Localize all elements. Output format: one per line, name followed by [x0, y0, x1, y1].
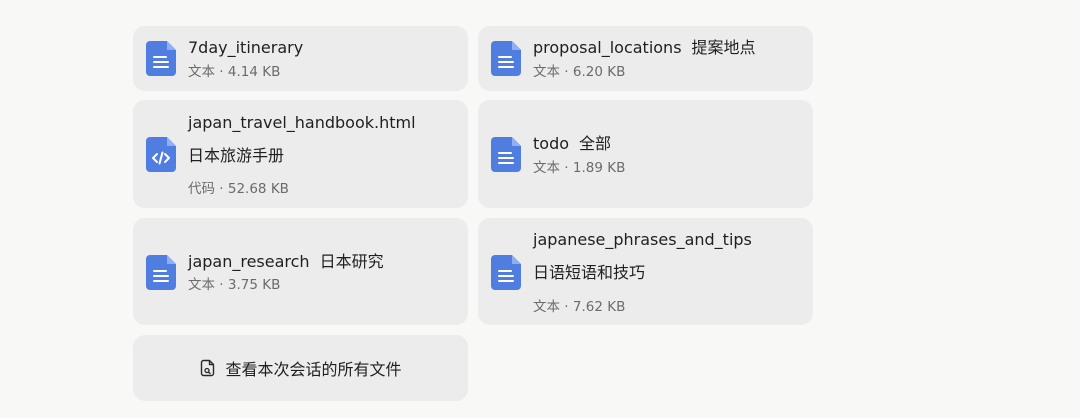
file-card-japan-research[interactable]: japan_research 日本研究 文本 · 3.75 KB [133, 218, 468, 325]
view-all-files-label: 查看本次会话的所有文件 [225, 360, 402, 379]
file-meta: 文本 · 3.75 KB [188, 277, 281, 293]
document-icon [491, 255, 521, 290]
file-card-japanese-phrases[interactable]: japanese_phrases_and_tips 日语短语和技巧 文本 · 7… [478, 218, 813, 325]
file-subtitle: 日语短语和技巧 [533, 263, 646, 282]
document-icon [146, 41, 176, 76]
file-meta: 文本 · 1.89 KB [533, 160, 626, 176]
file-card-7day-itinerary[interactable]: 7day_itinerary 文本 · 4.14 KB [133, 26, 468, 91]
file-name: 7day_itinerary [188, 38, 304, 57]
file-meta: 文本 · 7.62 KB [533, 299, 626, 315]
file-name: japan_research 日本研究 [188, 252, 384, 271]
code-file-icon [146, 137, 176, 172]
file-name: proposal_locations 提案地点 [533, 38, 756, 57]
document-icon [491, 41, 521, 76]
file-card-proposal-locations[interactable]: proposal_locations 提案地点 文本 · 6.20 KB [478, 26, 813, 91]
file-subtitle: 日本旅游手册 [188, 146, 285, 165]
file-meta: 代码 · 52.68 KB [188, 181, 289, 197]
document-icon [146, 255, 176, 290]
file-meta: 文本 · 4.14 KB [188, 64, 281, 80]
file-name: todo 全部 [533, 134, 612, 153]
view-all-files-button[interactable]: 查看本次会话的所有文件 [133, 335, 468, 401]
file-card-todo[interactable]: todo 全部 文本 · 1.89 KB [478, 100, 813, 208]
file-name: japan_travel_handbook.html [188, 113, 416, 132]
document-icon [491, 137, 521, 172]
files-icon [199, 359, 217, 377]
file-name: japanese_phrases_and_tips [533, 230, 752, 249]
file-meta: 文本 · 6.20 KB [533, 64, 626, 80]
file-card-japan-travel-handbook[interactable]: japan_travel_handbook.html 日本旅游手册 代码 · 5… [133, 100, 468, 208]
